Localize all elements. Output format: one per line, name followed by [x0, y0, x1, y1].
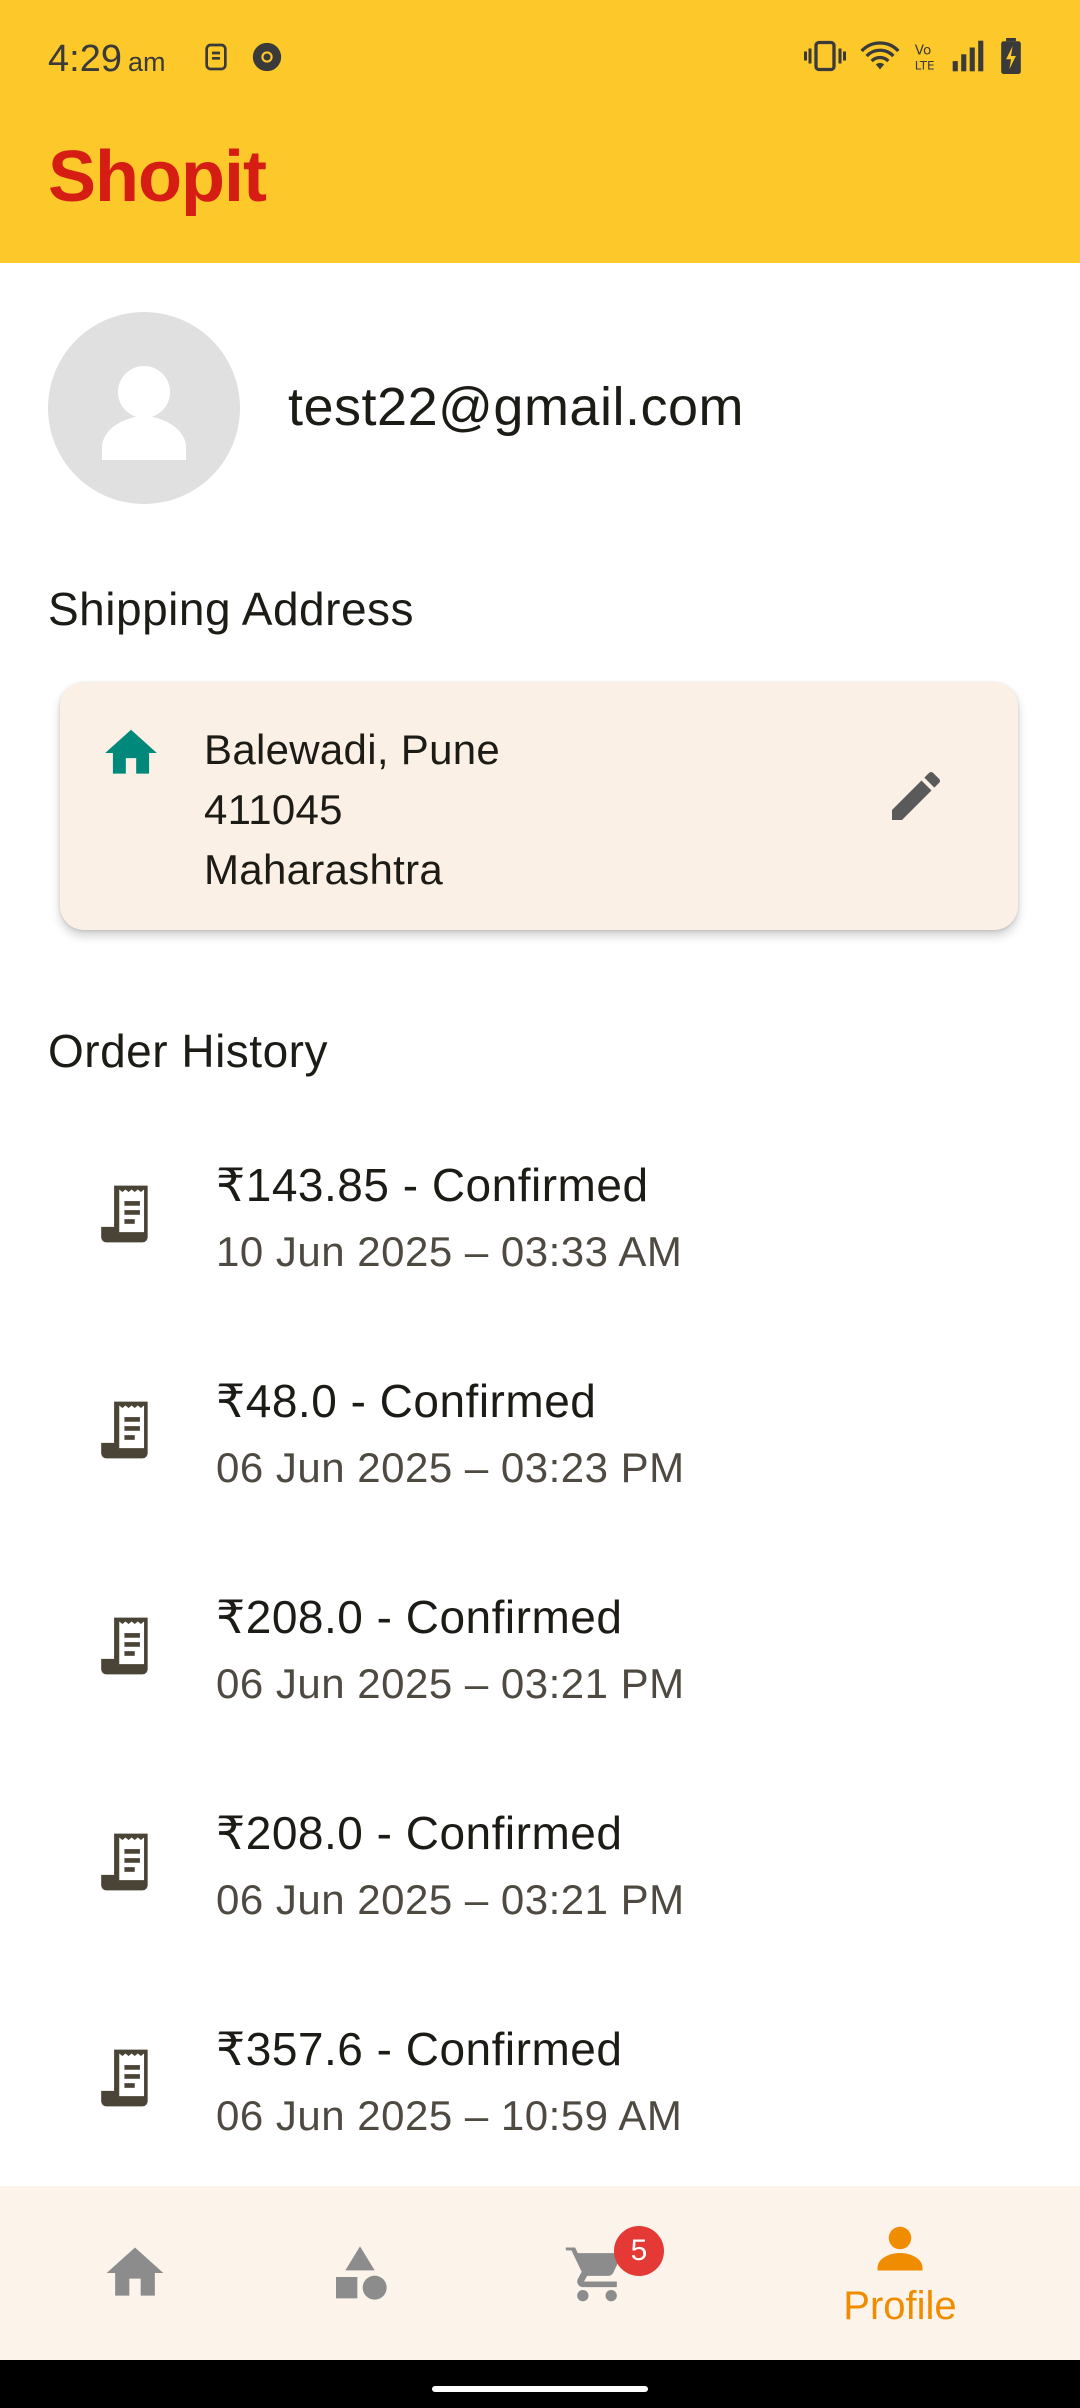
svg-text:LTE: LTE: [915, 59, 935, 73]
person-icon: [102, 366, 186, 460]
edit-address-button[interactable]: [874, 754, 958, 838]
categories-icon: [336, 2246, 387, 2300]
shipping-address-title: Shipping Address: [48, 583, 415, 635]
system-gesture-bar: [0, 2360, 1080, 2408]
nav-profile-label: Profile: [843, 2283, 957, 2328]
order-item[interactable]: ₹357.6 - Confirmed 06 Jun 2025 – 10:59 A…: [0, 1972, 1080, 2188]
order-amount-status: ₹208.0 - Confirmed: [216, 1807, 623, 1859]
shipping-address-card: Balewadi, Pune 411045 Maharashtra: [60, 682, 1018, 930]
address-line-1: Balewadi, Pune: [204, 726, 501, 773]
status-time-value: 4:29: [48, 38, 122, 80]
receipt-icon: [101, 1185, 148, 1243]
order-amount-status: ₹208.0 - Confirmed: [216, 1591, 623, 1643]
order-history-title: Order History: [48, 1025, 328, 1077]
receipt-icon: [101, 1833, 148, 1891]
order-item[interactable]: ₹143.85 - Confirmed 10 Jun 2025 – 03:33 …: [0, 1108, 1080, 1324]
avatar: [48, 312, 240, 504]
order-history-list: ₹143.85 - Confirmed 10 Jun 2025 – 03:33 …: [0, 1108, 1080, 2188]
status-notification-icons: [200, 40, 284, 74]
address-line-2: 411045: [204, 786, 343, 833]
order-item[interactable]: ₹48.0 - Confirmed 06 Jun 2025 – 03:23 PM: [0, 1324, 1080, 1540]
receipt-icon: [101, 2049, 148, 2107]
cart-count-badge: 5: [614, 2226, 664, 2276]
address-line-3: Maharashtra: [204, 846, 444, 893]
order-date: 06 Jun 2025 – 03:23 PM: [216, 1444, 685, 1491]
wifi-icon: [860, 41, 900, 70]
home-icon: [105, 729, 157, 774]
status-time: 4:29 am: [48, 38, 165, 81]
gesture-handle[interactable]: [432, 2386, 648, 2392]
svg-text:Vo: Vo: [915, 42, 932, 58]
order-item[interactable]: ₹208.0 - Confirmed 06 Jun 2025 – 03:21 P…: [0, 1756, 1080, 1972]
status-bar: 4:29 am Vo LTE: [0, 0, 1080, 120]
nav-cart[interactable]: 5: [462, 2186, 732, 2360]
order-date: 06 Jun 2025 – 03:21 PM: [216, 1876, 685, 1923]
order-date: 06 Jun 2025 – 03:21 PM: [216, 1660, 685, 1707]
signal-icon: [952, 40, 984, 72]
nav-profile[interactable]: Profile: [765, 2186, 1035, 2360]
volte-icon: VoLTE: [915, 42, 935, 73]
status-system-icons: Vo LTE: [804, 38, 1022, 74]
bottom-navigation: 5 Profile: [0, 2186, 1080, 2360]
nav-categories[interactable]: [225, 2186, 495, 2360]
order-date: 10 Jun 2025 – 03:33 AM: [216, 1228, 683, 1275]
battery-charging-icon: [1001, 38, 1021, 74]
profile-email: test22@gmail.com: [288, 377, 744, 437]
status-time-ampm: am: [127, 47, 166, 77]
order-item[interactable]: ₹208.0 - Confirmed 06 Jun 2025 – 03:21 P…: [0, 1540, 1080, 1756]
chrome-icon: [252, 42, 282, 72]
receipt-icon: [101, 1617, 148, 1675]
profile-icon: [877, 2226, 923, 2270]
receipt-icon: [101, 1401, 148, 1459]
vibrate-icon: [804, 40, 846, 72]
order-date: 06 Jun 2025 – 10:59 AM: [216, 2092, 683, 2139]
app-title: Shopit: [48, 137, 267, 217]
order-amount-status: ₹357.6 - Confirmed: [216, 2023, 623, 2075]
order-amount-status: ₹143.85 - Confirmed: [216, 1159, 649, 1211]
home-icon: [106, 2247, 164, 2296]
edit-pencil-icon: [892, 771, 941, 820]
address-text: Balewadi, Pune 411045 Maharashtra: [204, 720, 500, 900]
app-bar: 4:29 am Vo LTE Shopit: [0, 0, 1080, 263]
order-amount-status: ₹48.0 - Confirmed: [216, 1375, 597, 1427]
notification-app-icon: [205, 43, 227, 71]
